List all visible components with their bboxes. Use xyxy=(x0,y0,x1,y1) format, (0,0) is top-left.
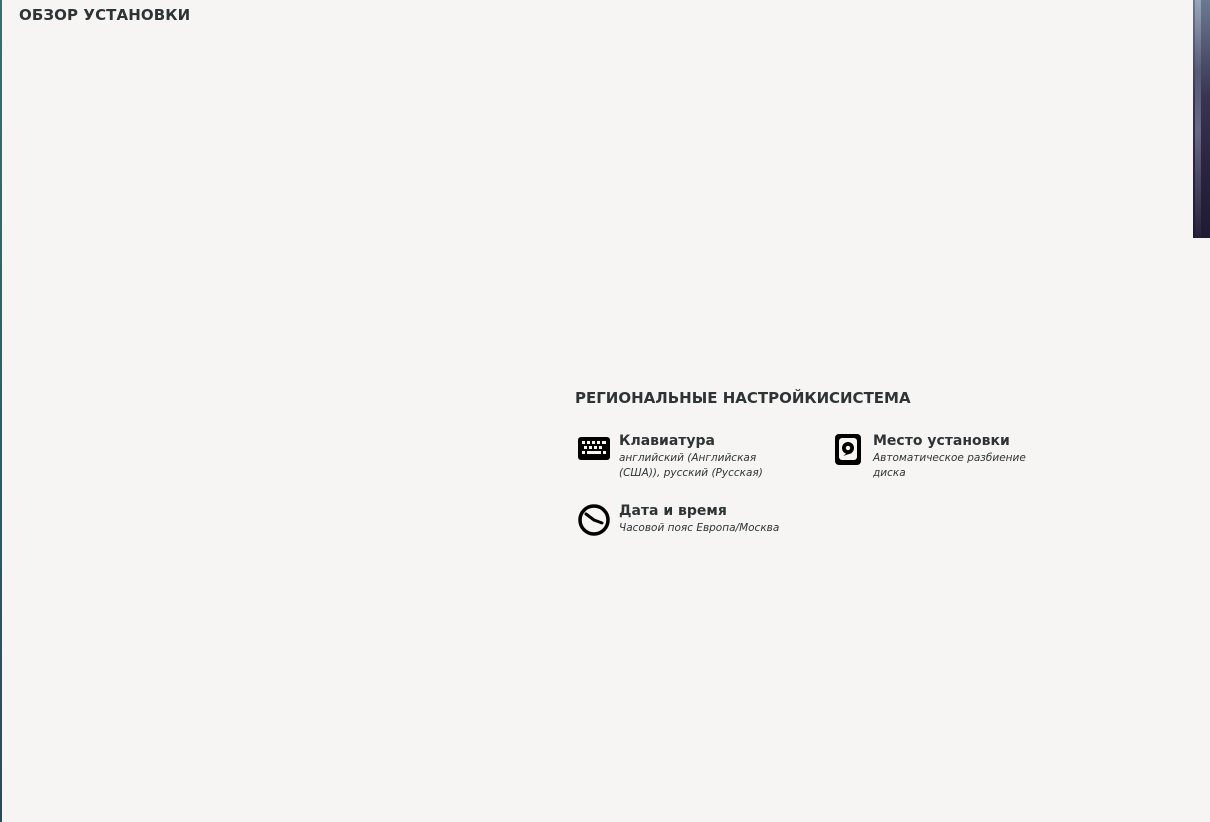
spoke-keyboard-status-line2: (США)), русский (Русская) xyxy=(619,467,763,479)
installation-summary-window: ОБЗОР УСТАНОВКИ РЕГИОНАЛЬНЫЕ НАСТРОЙКИ К… xyxy=(0,0,1210,822)
spoke-keyboard-status-line1: английский (Английская xyxy=(619,452,757,464)
spoke-keyboard[interactable]: Клавиатура английский (Английская (США))… xyxy=(575,433,810,481)
category-title-localization: РЕГИОНАЛЬНЫЕ НАСТРОЙКИ xyxy=(575,389,830,407)
spoke-installation-destination[interactable]: Место установки Автоматическое разбиение… xyxy=(829,433,1064,481)
spoke-datetime[interactable]: Дата и время Часовой пояс Европа/Москва xyxy=(575,503,810,542)
spoke-destination-status-line1: Автоматическое разбиение xyxy=(873,452,1026,464)
spoke-datetime-status: Часовой пояс Европа/Москва xyxy=(619,522,780,534)
page-title: ОБЗОР УСТАНОВКИ xyxy=(19,6,191,24)
spoke-destination-status-line2: диска xyxy=(873,467,906,479)
category-title-system: СИСТЕМА xyxy=(829,389,911,407)
window-left-border xyxy=(0,0,2,822)
spoke-keyboard-title: Клавиатура xyxy=(619,433,715,449)
background-wallpaper-strip xyxy=(1193,0,1210,238)
harddisk-icon xyxy=(829,434,867,472)
spoke-destination-title: Место установки xyxy=(873,433,1010,449)
keyboard-icon xyxy=(575,434,613,472)
clock-icon xyxy=(575,504,613,542)
spoke-datetime-title: Дата и время xyxy=(619,503,727,519)
